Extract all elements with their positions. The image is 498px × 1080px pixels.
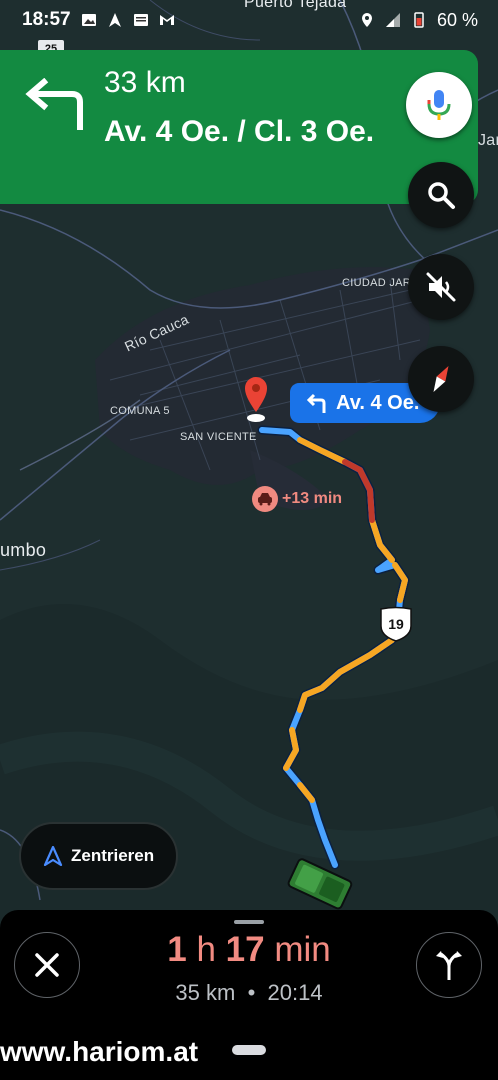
duration-minutes: 17 (225, 930, 265, 969)
traffic-delay-badge: +13 min (252, 486, 342, 512)
location-icon (361, 13, 372, 27)
mute-button[interactable] (408, 254, 474, 320)
highway-shield: 19 (379, 606, 413, 642)
battery-icon (414, 12, 424, 28)
trip-distance: 35 km (175, 980, 236, 1005)
route-callout-label: Av. 4 Oe. (336, 391, 420, 414)
traffic-delay-text: +13 min (282, 490, 343, 507)
highway-shield-number: 19 (388, 616, 404, 632)
route-alternatives-icon (436, 951, 462, 980)
duration-minutes-unit: min (274, 930, 331, 969)
navigation-icon (108, 13, 121, 27)
map-label-comuna-5: COMUNA 5 (110, 405, 170, 417)
voice-search-button[interactable] (406, 72, 472, 138)
image-icon (81, 14, 96, 26)
home-gesture-pill[interactable] (232, 1045, 266, 1055)
compass-button[interactable] (408, 346, 474, 412)
sound-off-icon (426, 272, 456, 302)
sheet-drag-handle[interactable] (234, 920, 264, 924)
traffic-car-icon (252, 486, 278, 512)
map-label-yumbo: umbo (0, 540, 47, 560)
map-label-right-edge: Jar (478, 132, 498, 149)
mic-icon (427, 90, 451, 120)
duration-hours-unit: h (196, 930, 216, 969)
duration-hours: 1 (167, 930, 187, 969)
nav-distance: 33 km (104, 66, 186, 99)
gmail-icon (159, 15, 174, 25)
signal-icon (385, 13, 400, 27)
map-label-san-vicente: SAN VICENTE (180, 431, 257, 443)
navigation-arrow-icon (43, 846, 63, 866)
nav-street: Av. 4 Oe. / Cl. 3 Oe. (104, 115, 375, 148)
battery-percent: 60 % (436, 9, 478, 30)
search-icon (428, 182, 455, 209)
news-icon (133, 14, 148, 26)
status-bar: 18:57 60 % (0, 0, 498, 40)
search-button[interactable] (408, 162, 474, 228)
trip-separator: • (247, 980, 256, 1005)
route-alternatives-button[interactable] (416, 932, 482, 998)
recenter-label: Zentrieren (71, 846, 155, 865)
arrival-time: 20:14 (267, 980, 323, 1005)
status-time: 18:57 (22, 9, 71, 30)
watermark: www.hariom.at (0, 1036, 199, 1067)
navigation-instruction-card[interactable]: 33 km Av. 4 Oe. / Cl. 3 Oe. (0, 50, 478, 204)
recenter-button[interactable]: Zentrieren (19, 822, 178, 890)
turn-left-icon (25, 78, 83, 130)
compass-icon (433, 366, 449, 392)
turn-left-small-icon (306, 393, 326, 413)
